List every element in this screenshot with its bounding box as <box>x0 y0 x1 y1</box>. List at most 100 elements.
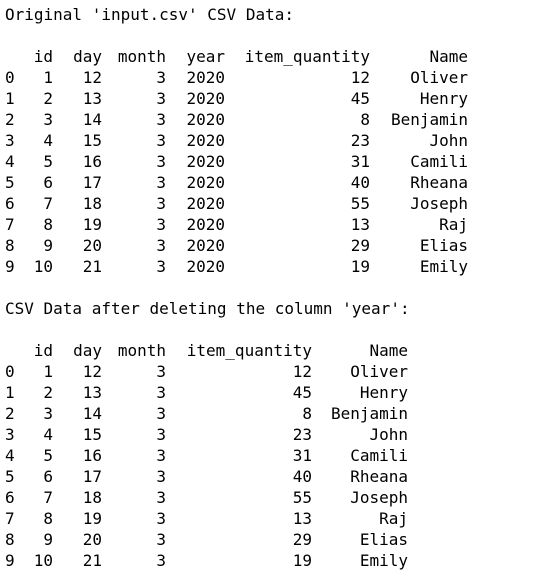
column-header-name: Name <box>369 341 408 360</box>
row-index-cell: 3 <box>5 131 15 150</box>
table-row: 9 10 21 3 2020 19 Emily <box>5 256 468 277</box>
month-cell: 3 <box>156 194 166 213</box>
day-cell: 19 <box>82 215 102 234</box>
item-quantity-cell: 45 <box>292 383 312 402</box>
table-row: 2 3 14 3 2020 8 Benjamin <box>5 109 468 130</box>
column-header-item-quantity: item_quantity <box>186 341 312 360</box>
table-header-row: id day month year item_quantity Name <box>5 46 468 67</box>
year-cell: 2020 <box>186 215 225 234</box>
item-quantity-cell: 8 <box>360 110 370 129</box>
name-cell: Henry <box>359 383 408 402</box>
month-cell: 3 <box>156 530 166 549</box>
name-cell: Emily <box>419 257 468 276</box>
table-header-row: id day month item_quantity Name <box>5 340 408 361</box>
month-cell: 3 <box>156 509 166 528</box>
table-row: 6 7 18 3 55 Joseph <box>5 487 408 508</box>
day-cell: 15 <box>82 425 102 444</box>
row-index-cell: 4 <box>5 446 15 465</box>
table-row: 0 1 12 3 2020 12 Oliver <box>5 67 468 88</box>
table-row: 0 1 12 3 12 Oliver <box>5 361 408 382</box>
year-cell: 2020 <box>186 152 225 171</box>
row-index-cell: 8 <box>5 530 15 549</box>
original-data-heading: Original 'input.csv' CSV Data: <box>5 5 294 24</box>
name-cell: Camili <box>350 446 408 465</box>
id-cell: 7 <box>43 194 53 213</box>
name-cell: Oliver <box>410 68 468 87</box>
id-cell: 1 <box>43 68 53 87</box>
day-cell: 16 <box>82 152 102 171</box>
name-cell: Joseph <box>410 194 468 213</box>
table-row: 3 4 15 3 23 John <box>5 424 408 445</box>
id-cell: 2 <box>43 383 53 402</box>
name-cell: Benjamin <box>390 110 468 129</box>
id-cell: 9 <box>43 236 53 255</box>
month-cell: 3 <box>156 551 166 570</box>
day-cell: 21 <box>82 551 102 570</box>
row-index-cell: 0 <box>5 68 15 87</box>
id-cell: 8 <box>43 509 53 528</box>
column-header-day: day <box>73 341 102 360</box>
id-cell: 6 <box>43 173 53 192</box>
month-cell: 3 <box>156 152 166 171</box>
table-row: 8 9 20 3 2020 29 Elias <box>5 235 468 256</box>
name-cell: Emily <box>359 551 408 570</box>
day-cell: 17 <box>82 173 102 192</box>
after-delete-dataframe-table: id day month item_quantity Name 0 1 12 3 12 O… <box>5 340 408 571</box>
row-index-cell: 9 <box>5 551 15 570</box>
id-cell: 8 <box>43 215 53 234</box>
month-cell: 3 <box>156 488 166 507</box>
month-cell: 3 <box>156 425 166 444</box>
name-cell: Elias <box>359 530 408 549</box>
day-cell: 20 <box>82 236 102 255</box>
id-cell: 6 <box>43 467 53 486</box>
item-quantity-cell: 31 <box>350 152 370 171</box>
item-quantity-cell: 12 <box>292 362 312 381</box>
column-header-id: id <box>33 341 53 360</box>
console-output: Original 'input.csv' CSV Data: id day mo… <box>5 4 555 571</box>
id-cell: 10 <box>33 551 53 570</box>
row-index-cell: 1 <box>5 383 15 402</box>
id-cell: 3 <box>43 110 53 129</box>
column-header-name: Name <box>429 47 468 66</box>
row-index-cell: 6 <box>5 194 15 213</box>
item-quantity-cell: 29 <box>350 236 370 255</box>
table-row: 1 2 13 3 2020 45 Henry <box>5 88 468 109</box>
item-quantity-cell: 31 <box>292 446 312 465</box>
item-quantity-cell: 23 <box>350 131 370 150</box>
name-cell: Elias <box>419 236 468 255</box>
row-index-cell: 5 <box>5 173 15 192</box>
item-quantity-cell: 8 <box>302 404 312 423</box>
item-quantity-cell: 13 <box>292 509 312 528</box>
month-cell: 3 <box>156 404 166 423</box>
month-cell: 3 <box>156 215 166 234</box>
column-header-year: year <box>186 47 225 66</box>
year-cell: 2020 <box>186 257 225 276</box>
id-cell: 3 <box>43 404 53 423</box>
id-cell: 1 <box>43 362 53 381</box>
day-cell: 16 <box>82 446 102 465</box>
id-cell: 5 <box>43 446 53 465</box>
month-cell: 3 <box>156 257 166 276</box>
index-header <box>5 46 30 67</box>
row-index-cell: 5 <box>5 467 15 486</box>
item-quantity-cell: 19 <box>350 257 370 276</box>
day-cell: 20 <box>82 530 102 549</box>
table-row: 8 9 20 3 29 Elias <box>5 529 408 550</box>
table-row: 4 5 16 3 2020 31 Camili <box>5 151 468 172</box>
item-quantity-cell: 13 <box>350 215 370 234</box>
column-header-month: month <box>117 47 166 66</box>
day-cell: 12 <box>82 68 102 87</box>
item-quantity-cell: 55 <box>292 488 312 507</box>
day-cell: 14 <box>82 110 102 129</box>
item-quantity-cell: 12 <box>350 68 370 87</box>
original-dataframe-table: id day month year item_quantity Name 011… <box>5 46 468 277</box>
name-cell: Joseph <box>350 488 408 507</box>
id-cell: 4 <box>43 425 53 444</box>
row-index-cell: 3 <box>5 425 15 444</box>
after-delete-heading: CSV Data after deleting the column 'year… <box>5 299 410 318</box>
row-index-cell: 9 <box>5 257 15 276</box>
item-quantity-cell: 23 <box>292 425 312 444</box>
